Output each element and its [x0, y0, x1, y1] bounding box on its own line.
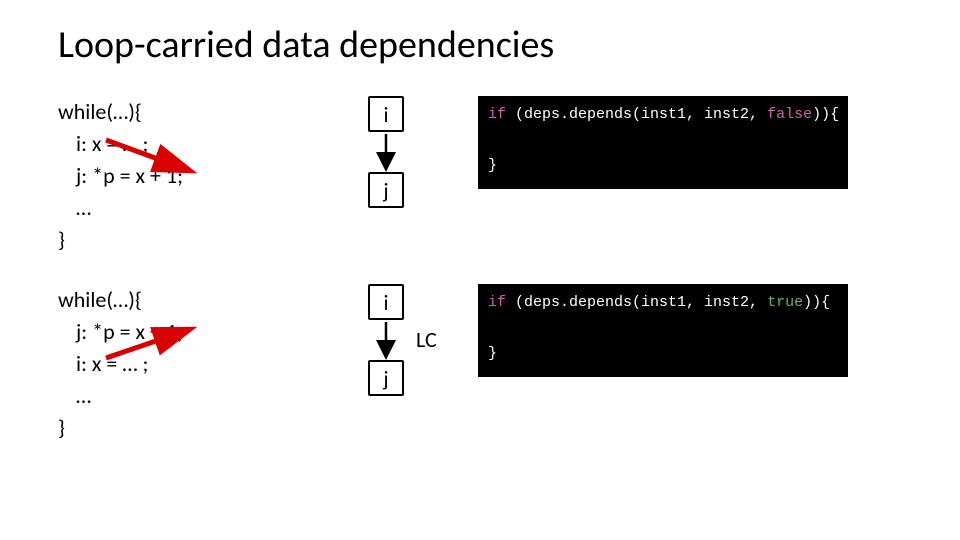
- example-row-2: while(…){ j: *p = x + 1; i: x = … ; … } …: [58, 284, 902, 454]
- code-line: …: [58, 192, 338, 224]
- code-text: )){: [803, 294, 830, 311]
- code-line: j: *p = x + 1;: [58, 316, 338, 348]
- code-snippet-2: if (deps.depends(inst1, inst2, true)){ }: [478, 284, 848, 377]
- dependency-diagram-2: i j LC: [338, 284, 478, 454]
- code-text: }: [488, 345, 497, 362]
- node-i: i: [368, 284, 404, 320]
- node-label: i: [383, 289, 388, 316]
- node-j: j: [368, 172, 404, 208]
- keyword-false: false: [767, 106, 812, 123]
- code-line: while(…){: [58, 96, 338, 128]
- arrow-down-icon: [376, 132, 396, 172]
- slide: Loop-carried data dependencies while(…){…: [0, 0, 960, 540]
- keyword-if: if: [488, 106, 506, 123]
- node-label: i: [383, 101, 388, 128]
- code-line: j: *p = x + 1;: [58, 160, 338, 192]
- arrow-down-icon: [376, 320, 396, 360]
- code-line: …: [58, 380, 338, 412]
- code-line: i: x = … ;: [58, 128, 338, 160]
- code-line: while(…){: [58, 284, 338, 316]
- keyword-true: true: [767, 294, 803, 311]
- code-text: )){: [812, 106, 839, 123]
- pseudocode-2: while(…){ j: *p = x + 1; i: x = … ; … }: [58, 284, 338, 443]
- node-i: i: [368, 96, 404, 132]
- slide-title: Loop-carried data dependencies: [58, 22, 902, 68]
- code-text: }: [488, 157, 497, 174]
- node-label: j: [383, 177, 388, 204]
- pseudocode-1: while(…){ i: x = … ; j: *p = x + 1; … }: [58, 96, 338, 255]
- code-text: (deps.depends(inst1, inst2,: [506, 106, 767, 123]
- code-line: i: x = … ;: [58, 348, 338, 380]
- code-line: }: [58, 412, 338, 444]
- node-j: j: [368, 360, 404, 396]
- node-label: j: [383, 365, 388, 392]
- code-text: (deps.depends(inst1, inst2,: [506, 294, 767, 311]
- code-snippet-1: if (deps.depends(inst1, inst2, false)){ …: [478, 96, 848, 189]
- lc-label: LC: [416, 326, 437, 353]
- keyword-if: if: [488, 294, 506, 311]
- example-row-1: while(…){ i: x = … ; j: *p = x + 1; … } …: [58, 96, 902, 266]
- dependency-diagram-1: i j: [338, 96, 478, 266]
- code-line: }: [58, 224, 338, 256]
